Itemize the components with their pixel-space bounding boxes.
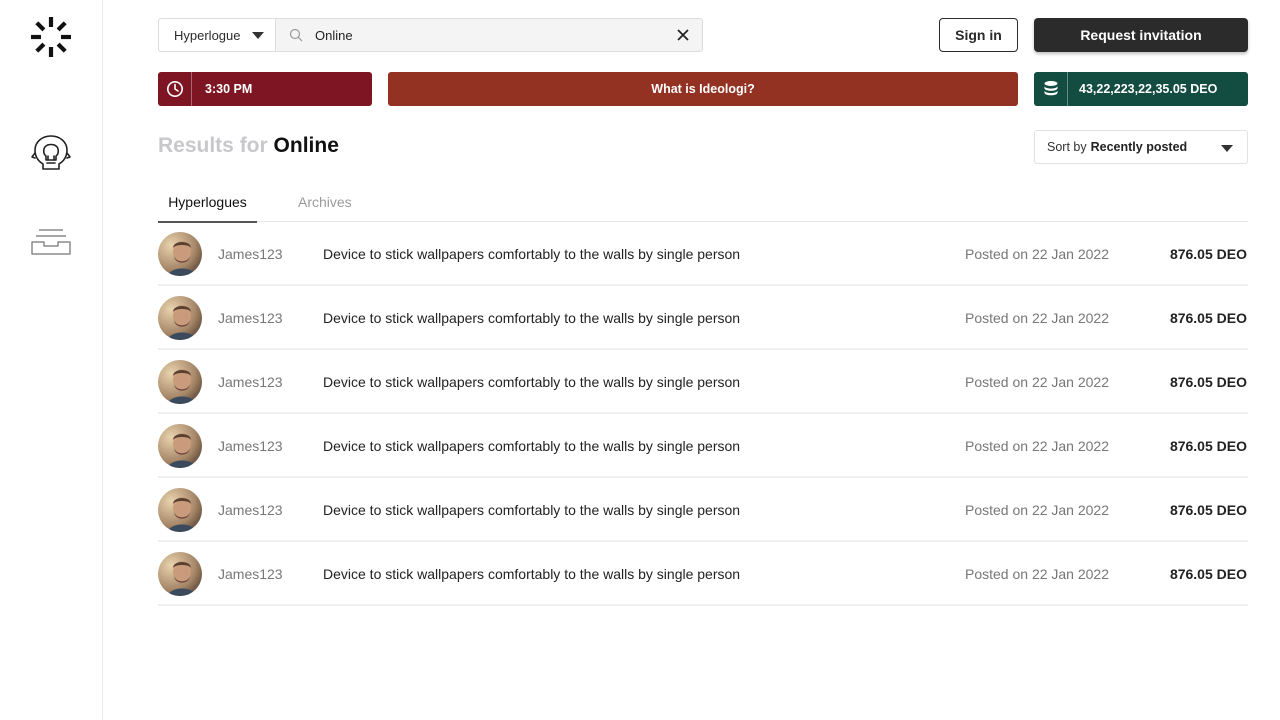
tab-archives[interactable]: Archives xyxy=(298,186,352,222)
clock-icon xyxy=(166,81,183,97)
results-list: James123 Device to stick wallpapers comf… xyxy=(158,222,1248,606)
balance-bar: 43,22,223,22,35.05 DEO xyxy=(1034,72,1248,106)
balance-icon-cell xyxy=(1034,72,1068,106)
caret-down-icon xyxy=(252,32,264,39)
avatar[interactable] xyxy=(158,360,202,404)
search-input[interactable] xyxy=(276,19,702,51)
request-invitation-button[interactable]: Request invitation xyxy=(1034,18,1248,52)
item-amount: 876.05 DEO xyxy=(1169,438,1247,454)
close-icon[interactable] xyxy=(676,28,690,42)
avatar-image xyxy=(158,360,202,404)
item-title[interactable]: Device to stick wallpapers comfortably t… xyxy=(323,246,740,262)
caret-down-icon xyxy=(1221,145,1233,152)
item-amount: 876.05 DEO xyxy=(1169,502,1247,518)
username[interactable]: James123 xyxy=(218,438,283,454)
posted-date: Posted on 22 Jan 2022 xyxy=(965,310,1110,326)
posted-date: Posted on 22 Jan 2022 xyxy=(965,438,1110,454)
item-title[interactable]: Device to stick wallpapers comfortably t… xyxy=(323,438,740,454)
item-amount: 876.05 DEO xyxy=(1169,374,1247,390)
username[interactable]: James123 xyxy=(218,502,283,518)
list-item[interactable]: James123 Device to stick wallpapers comf… xyxy=(158,286,1248,350)
inbox-tray-icon[interactable] xyxy=(30,226,72,268)
posted-date: Posted on 22 Jan 2022 xyxy=(965,246,1110,262)
posted-date: Posted on 22 Jan 2022 xyxy=(965,502,1110,518)
avatar[interactable] xyxy=(158,424,202,468)
search-icon xyxy=(289,28,303,42)
sidebar xyxy=(0,0,103,720)
item-title[interactable]: Device to stick wallpapers comfortably t… xyxy=(323,566,740,582)
search-scope-select[interactable]: Hyperlogue xyxy=(159,19,276,51)
balance-value: 43,22,223,22,35.05 DEO xyxy=(1079,82,1218,96)
sort-select[interactable]: Sort by Recently posted xyxy=(1034,130,1248,164)
avatar-image xyxy=(158,552,202,596)
list-item[interactable]: James123 Device to stick wallpapers comf… xyxy=(158,350,1248,414)
tab-hyperlogues[interactable]: Hyperlogues xyxy=(158,186,257,223)
lightbulb-head-icon[interactable] xyxy=(30,133,72,175)
coin-stack-icon xyxy=(1044,81,1057,96)
avatar-image xyxy=(158,488,202,532)
avatar-image xyxy=(158,232,202,276)
avatar[interactable] xyxy=(158,296,202,340)
search-bar: Hyperlogue xyxy=(158,18,703,52)
item-amount: 876.05 DEO xyxy=(1169,310,1247,326)
sort-prefix: Sort by xyxy=(1047,140,1087,154)
time-icon-cell xyxy=(158,72,192,106)
avatar[interactable] xyxy=(158,552,202,596)
username[interactable]: James123 xyxy=(218,374,283,390)
results-term: Online xyxy=(273,134,339,157)
about-label: What is Ideologi? xyxy=(651,82,755,96)
avatar-image xyxy=(158,296,202,340)
results-prefix: Results for xyxy=(158,134,268,157)
username[interactable]: James123 xyxy=(218,246,283,262)
sort-value: Recently posted xyxy=(1090,140,1188,154)
item-amount: 876.05 DEO xyxy=(1169,566,1247,582)
posted-date: Posted on 22 Jan 2022 xyxy=(965,566,1110,582)
avatar[interactable] xyxy=(158,488,202,532)
search-scope-label: Hyperlogue xyxy=(174,27,241,43)
time-bar: 3:30 PM xyxy=(158,72,372,106)
username[interactable]: James123 xyxy=(218,310,283,326)
results-tabs: Hyperlogues Archives xyxy=(158,186,1248,223)
list-item[interactable]: James123 Device to stick wallpapers comf… xyxy=(158,414,1248,478)
current-time: 3:30 PM xyxy=(205,82,253,96)
avatar-image xyxy=(158,424,202,468)
sunburst-logo-icon[interactable] xyxy=(29,15,73,59)
list-item[interactable]: James123 Device to stick wallpapers comf… xyxy=(158,478,1248,542)
list-item[interactable]: James123 Device to stick wallpapers comf… xyxy=(158,222,1248,286)
avatar[interactable] xyxy=(158,232,202,276)
username[interactable]: James123 xyxy=(218,566,283,582)
list-item[interactable]: James123 Device to stick wallpapers comf… xyxy=(158,542,1248,606)
item-title[interactable]: Device to stick wallpapers comfortably t… xyxy=(323,310,740,326)
posted-date: Posted on 22 Jan 2022 xyxy=(965,374,1110,390)
search-field xyxy=(276,19,702,51)
sign-in-button[interactable]: Sign in xyxy=(939,18,1018,52)
what-is-ideologi-link[interactable]: What is Ideologi? xyxy=(388,72,1018,106)
item-title[interactable]: Device to stick wallpapers comfortably t… xyxy=(323,502,740,518)
item-amount: 876.05 DEO xyxy=(1169,246,1247,262)
results-heading: Results for Online xyxy=(158,134,339,158)
item-title[interactable]: Device to stick wallpapers comfortably t… xyxy=(323,374,740,390)
